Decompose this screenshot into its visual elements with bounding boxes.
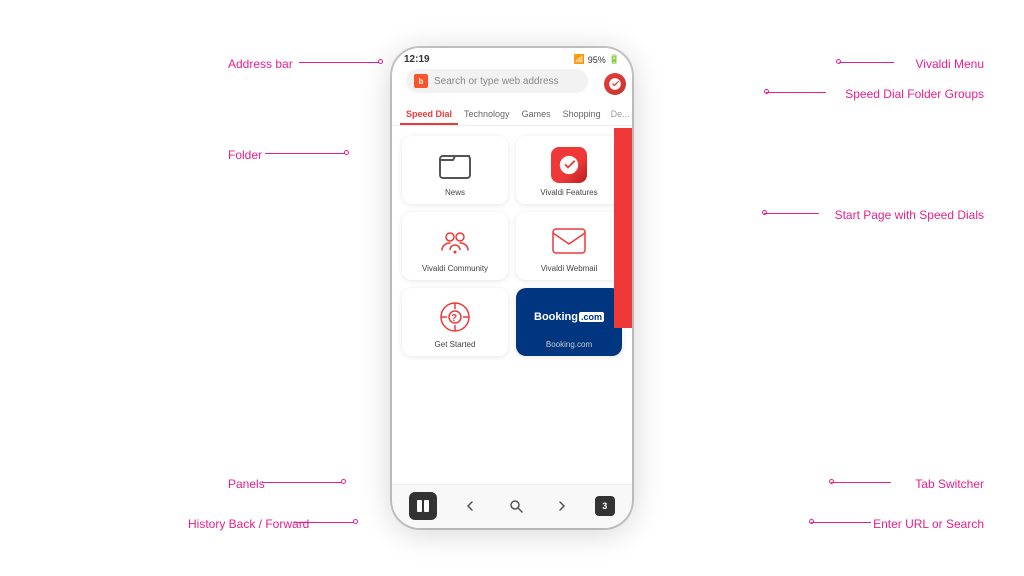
ann-line-folder <box>265 153 345 154</box>
annotation-tab-switcher: Tab Switcher <box>915 477 984 491</box>
get-started-icon: ? <box>437 299 473 335</box>
search-icon <box>509 499 523 513</box>
ann-dot-tabswitcher <box>829 479 834 484</box>
tab-technology[interactable]: Technology <box>458 105 516 125</box>
address-bar[interactable]: b Search or type web address <box>406 69 588 93</box>
community-icon <box>437 223 473 259</box>
ann-line-startpage <box>764 213 819 214</box>
booking-label: Booking.com <box>546 340 592 349</box>
battery-icon: 🔋 <box>609 54 620 65</box>
annotation-enter-url: Enter URL or Search <box>873 517 984 531</box>
speed-dial-grid: News Vivaldi Features <box>392 132 632 360</box>
ann-dot-enterurl <box>809 519 814 524</box>
panels-icon <box>416 499 430 513</box>
booking-logo-text: Booking <box>534 311 578 323</box>
annotation-start-page: Start Page with Speed Dials <box>835 208 984 222</box>
status-time: 12:19 <box>404 54 430 65</box>
ann-dot-history <box>353 519 358 524</box>
annotation-speed-dial-groups: Speed Dial Folder Groups <box>845 87 984 101</box>
forward-icon <box>555 499 569 513</box>
ann-dot-folder <box>344 150 349 155</box>
bottom-nav: 3 <box>392 484 632 528</box>
folder-icon <box>437 147 473 183</box>
speed-dial-get-started[interactable]: ? Get Started <box>402 288 508 356</box>
ann-dot-startpage <box>762 210 767 215</box>
history-forward-button[interactable] <box>548 492 576 520</box>
ann-line-enterurl <box>811 522 871 523</box>
vivaldi-features-label: Vivaldi Features <box>540 188 597 197</box>
battery-text: 95% <box>588 55 606 65</box>
annotation-vivaldi-menu: Vivaldi Menu <box>916 57 984 71</box>
speed-dial-news[interactable]: News <box>402 136 508 204</box>
annotation-folder: Folder <box>228 148 262 162</box>
ann-dot-address <box>378 59 383 64</box>
signal-icon: 📶 <box>574 54 585 65</box>
ann-dot-groups <box>764 89 769 94</box>
vivaldi-menu-button[interactable] <box>604 73 626 95</box>
ann-dot-vivaldi <box>836 59 841 64</box>
ann-line-tabswitcher <box>831 482 891 483</box>
get-started-label: Get Started <box>435 340 476 349</box>
status-icons: 📶 95% 🔋 <box>574 54 620 65</box>
ann-line-vivaldi <box>839 62 894 63</box>
speed-dial-tabs: Speed Dial Technology Games Shopping De.… <box>392 105 632 126</box>
ann-line-address <box>299 62 379 63</box>
annotation-panels: Panels <box>228 477 265 491</box>
community-label: Vivaldi Community <box>422 264 488 273</box>
booking-icon: Booking .com <box>551 299 587 335</box>
speed-dial-community[interactable]: Vivaldi Community <box>402 212 508 280</box>
tab-games[interactable]: Games <box>516 105 557 125</box>
status-bar: 12:19 📶 95% 🔋 <box>392 48 632 69</box>
webmail-label: Vivaldi Webmail <box>541 264 598 273</box>
speed-dial-booking[interactable]: Booking .com Booking.com <box>516 288 622 356</box>
speed-dial-vivaldi-features[interactable]: Vivaldi Features <box>516 136 622 204</box>
svg-text:?: ? <box>451 313 457 324</box>
back-icon <box>463 499 477 513</box>
speed-dial-news-label: News <box>445 188 465 197</box>
phone-frame: 12:19 📶 95% 🔋 b Search or type web addre… <box>392 48 632 528</box>
history-back-button[interactable] <box>456 492 484 520</box>
ann-dot-panels <box>341 479 346 484</box>
ann-line-groups <box>766 92 826 93</box>
phone-mockup: 12:19 📶 95% 🔋 b Search or type web addre… <box>392 48 632 528</box>
tab-more[interactable]: De... <box>607 105 632 125</box>
panels-button[interactable] <box>409 492 437 520</box>
tab-speed-dial[interactable]: Speed Dial <box>400 105 458 125</box>
address-bar-text: Search or type web address <box>434 76 580 87</box>
ann-line-panels <box>262 482 342 483</box>
tab-shopping[interactable]: Shopping <box>557 105 607 125</box>
red-side-accent <box>614 128 632 328</box>
annotation-history: History Back / Forward <box>188 517 309 531</box>
brave-icon: b <box>414 74 428 88</box>
vivaldi-features-icon <box>551 147 587 183</box>
vivaldi-v-icon <box>608 77 622 91</box>
tab-switcher-button[interactable]: 3 <box>595 496 615 516</box>
search-button[interactable] <box>502 492 530 520</box>
ann-line-history <box>294 522 354 523</box>
annotation-address-bar: Address bar <box>228 57 293 71</box>
speed-dial-webmail[interactable]: Vivaldi Webmail <box>516 212 622 280</box>
webmail-icon <box>551 223 587 259</box>
